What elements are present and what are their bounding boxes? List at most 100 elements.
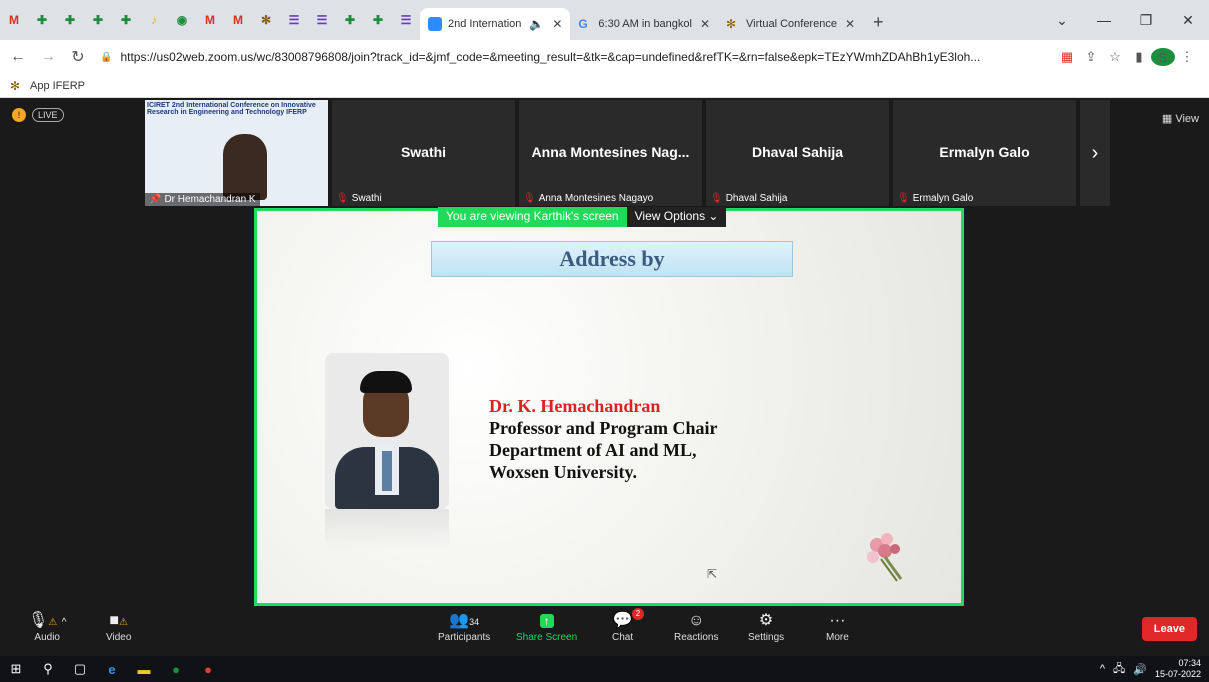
classroom-icon[interactable]: ✚ bbox=[29, 7, 55, 33]
drive-icon[interactable]: ♪ bbox=[141, 7, 167, 33]
participant-label: 🎙 Swathi bbox=[336, 193, 382, 204]
windows-taskbar: ⊞ ⚲ ▢ e ▬ ● ● ^ 🖧 🔊 07:34 15-07-2022 bbox=[0, 656, 1209, 682]
reactions-label: Reactions bbox=[674, 632, 719, 643]
side-panel-icon[interactable]: ▮ bbox=[1127, 49, 1151, 65]
iferp-icon: ✻ bbox=[726, 17, 737, 31]
participant-tile[interactable]: Anna Montesines Nag... 🎙 Anna Montesines … bbox=[519, 100, 702, 206]
system-tray: ^ 🖧 🔊 07:34 15-07-2022 bbox=[1100, 656, 1201, 682]
app-icon[interactable]: ◉ bbox=[169, 7, 195, 33]
next-page-chevron-icon[interactable]: › bbox=[1080, 100, 1110, 206]
reload-icon[interactable]: ↻ bbox=[66, 47, 90, 67]
url-field[interactable]: 🔒 https://us02web.zoom.us/wc/83008796808… bbox=[100, 44, 1049, 70]
tab-title: Virtual Conference bbox=[746, 18, 837, 30]
clock-date: 15-07-2022 bbox=[1154, 669, 1201, 679]
lock-icon[interactable]: 🔒 bbox=[100, 52, 112, 63]
gmail-icon[interactable]: M bbox=[1, 7, 27, 33]
chrome-icon[interactable]: ● bbox=[192, 662, 224, 677]
file-explorer-icon[interactable]: ▬ bbox=[128, 662, 160, 677]
tab-bangkok-time[interactable]: G 6:30 AM in bangkol ✕ bbox=[570, 8, 718, 40]
clock[interactable]: 07:34 15-07-2022 bbox=[1155, 658, 1201, 680]
volume-icon[interactable]: 🔊 bbox=[1133, 663, 1147, 676]
close-window-icon[interactable]: ✕ bbox=[1167, 12, 1209, 29]
view-options-button[interactable]: View Options ⌄ bbox=[626, 207, 727, 227]
participant-tile[interactable]: Swathi 🎙 Swathi bbox=[332, 100, 515, 206]
more-label: More bbox=[826, 632, 849, 643]
tab-title: 6:30 AM in bangkol bbox=[598, 18, 692, 30]
profile-avatar[interactable]: S bbox=[1151, 48, 1175, 66]
chevron-up-icon[interactable]: ^ bbox=[1100, 663, 1105, 675]
new-tab-button[interactable]: + bbox=[863, 12, 894, 33]
video-button[interactable]: ■⚠ Video bbox=[106, 610, 131, 643]
minimize-icon[interactable]: — bbox=[1083, 12, 1125, 28]
extension-icon[interactable]: ▦ bbox=[1055, 49, 1079, 65]
participant-tile[interactable]: ICIRET 2nd International Conference on I… bbox=[145, 100, 328, 206]
view-label: View bbox=[1175, 113, 1199, 125]
windows-start-icon[interactable]: ⊞ bbox=[0, 661, 32, 677]
view-button[interactable]: ▦ View bbox=[1162, 112, 1199, 125]
forms-icon[interactable]: ☰ bbox=[281, 7, 307, 33]
search-icon[interactable]: ⚲ bbox=[32, 661, 64, 677]
close-tab-icon[interactable]: ✕ bbox=[552, 17, 562, 31]
share-screen-button[interactable]: ↑ Share Screen bbox=[516, 610, 577, 643]
task-view-icon[interactable]: ▢ bbox=[64, 661, 96, 677]
participants-icon: 👥34 bbox=[449, 612, 480, 629]
share-icon[interactable]: ⇪ bbox=[1079, 49, 1103, 65]
settings-button[interactable]: ⚙ Settings bbox=[748, 610, 784, 643]
audio-icon[interactable]: 🔈 bbox=[529, 17, 544, 31]
tab-zoom-conference[interactable]: 2nd Internation 🔈 ✕ bbox=[420, 8, 571, 40]
classroom-icon[interactable]: ✚ bbox=[57, 7, 83, 33]
bookmark-app-iferp[interactable]: App IFERP bbox=[30, 80, 85, 92]
gmail-icon[interactable]: M bbox=[225, 7, 251, 33]
photo-hair bbox=[360, 371, 412, 393]
share-screen-label: Share Screen bbox=[516, 632, 578, 643]
speaker-role: Professor and Program Chair bbox=[489, 418, 718, 438]
participant-video bbox=[223, 134, 267, 200]
muted-mic-icon: 🎙 bbox=[336, 193, 349, 204]
tab-search-icon[interactable]: ⌄ bbox=[1041, 12, 1083, 29]
forms-icon[interactable]: ☰ bbox=[393, 7, 419, 33]
participant-strip: ICIRET 2nd International Conference on I… bbox=[145, 100, 1110, 206]
live-badge[interactable]: LIVE bbox=[32, 108, 64, 122]
clock-time: 07:34 bbox=[1178, 658, 1201, 668]
chrome-icon[interactable]: ● bbox=[160, 662, 192, 677]
leave-button[interactable]: Leave bbox=[1141, 617, 1197, 641]
slide-title: Address by bbox=[431, 241, 793, 277]
gmail-icon[interactable]: M bbox=[197, 7, 223, 33]
forms-icon[interactable]: ☰ bbox=[309, 7, 335, 33]
shared-screen: Address by Dr. K. Hemachandran Professor… bbox=[254, 208, 964, 606]
audio-button[interactable]: 🎙⚠ ^ Audio bbox=[28, 610, 66, 643]
gear-icon: ⚙ bbox=[758, 612, 774, 629]
participant-name: Swathi bbox=[400, 144, 447, 160]
photo-tie bbox=[382, 451, 392, 491]
edge-icon[interactable]: e bbox=[96, 662, 128, 677]
network-icon[interactable]: 🖧 bbox=[1113, 660, 1125, 679]
menu-icon[interactable]: ⋮ bbox=[1175, 49, 1199, 65]
bookmarks-bar: ✻ App IFERP bbox=[0, 74, 1209, 98]
tab-virtual-conference[interactable]: ✻ Virtual Conference ✕ bbox=[718, 8, 863, 40]
security-shield-icon[interactable]: ! bbox=[12, 108, 26, 122]
classroom-icon[interactable]: ✚ bbox=[365, 7, 391, 33]
reactions-button[interactable]: ☺ Reactions bbox=[674, 610, 718, 643]
chat-button[interactable]: 💬 2 Chat bbox=[612, 608, 644, 643]
settings-label: Settings bbox=[748, 632, 785, 643]
restore-icon[interactable]: ❐ bbox=[1125, 12, 1167, 29]
video-label: Video bbox=[106, 632, 132, 643]
participant-name: Anna Montesines Nag... bbox=[531, 144, 690, 160]
grid-icon: ▦ bbox=[1161, 113, 1173, 125]
participant-tile[interactable]: Ermalyn Galo 🎙 Ermalyn Galo bbox=[893, 100, 1076, 206]
back-icon[interactable]: ← bbox=[6, 48, 30, 66]
speaker-department: Department of AI and ML, bbox=[489, 440, 697, 460]
participants-button[interactable]: 👥34 Participants bbox=[438, 610, 490, 643]
classroom-icon[interactable]: ✚ bbox=[113, 7, 139, 33]
close-tab-icon[interactable]: ✕ bbox=[845, 17, 855, 31]
iferp-icon[interactable]: ✻ bbox=[253, 7, 279, 33]
classroom-icon[interactable]: ✚ bbox=[337, 7, 363, 33]
forward-icon[interactable]: → bbox=[36, 48, 60, 66]
classroom-icon[interactable]: ✚ bbox=[85, 7, 111, 33]
bookmark-star-icon[interactable]: ☆ bbox=[1103, 49, 1127, 65]
more-button[interactable]: ··· More bbox=[826, 610, 849, 643]
close-tab-icon[interactable]: ✕ bbox=[700, 17, 710, 31]
live-indicator: ! LIVE bbox=[12, 108, 64, 122]
participant-tile[interactable]: Dhaval Sahija 🎙 Dhaval Sahija bbox=[706, 100, 889, 206]
pin-icon: 📌 bbox=[149, 194, 162, 205]
